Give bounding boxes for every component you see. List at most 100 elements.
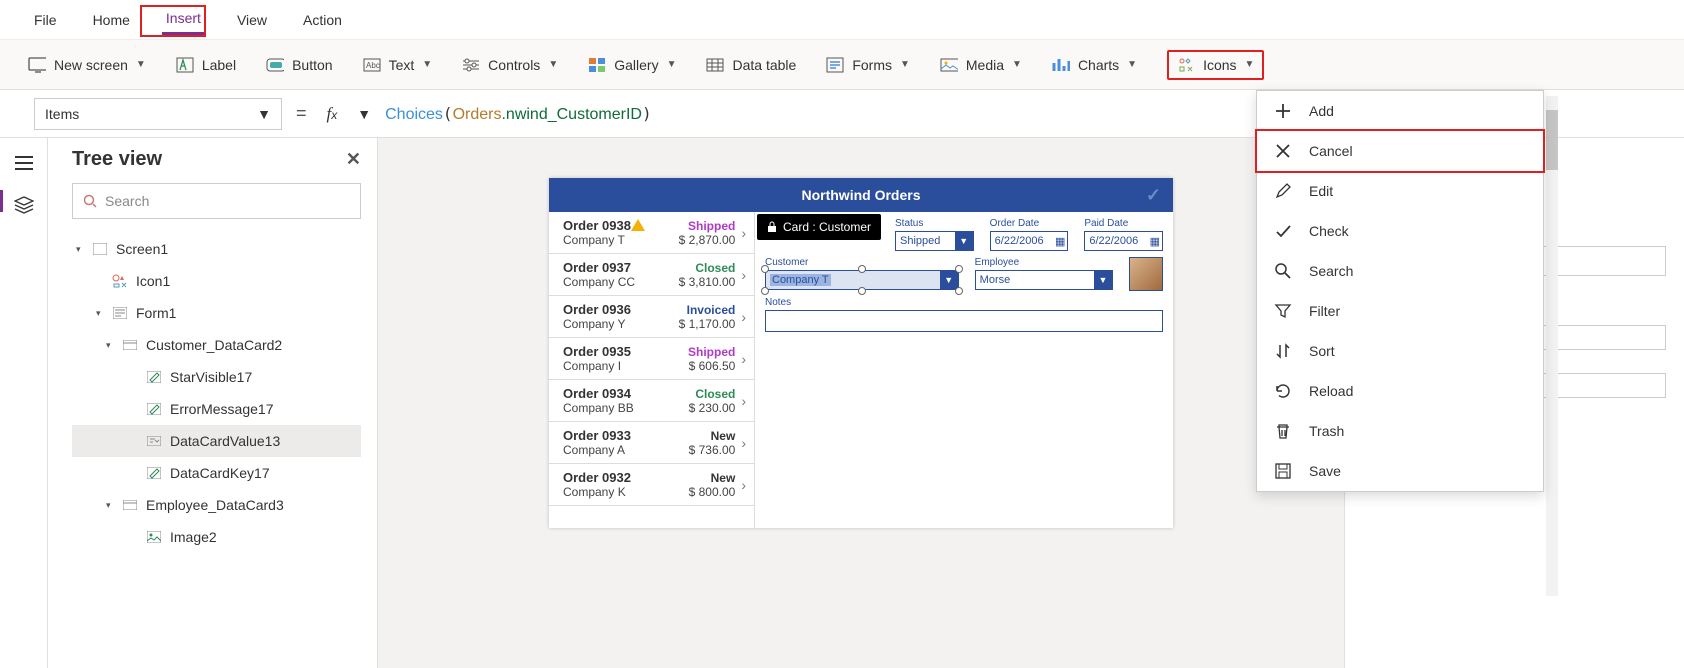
controls-icon	[462, 56, 480, 74]
sort-icon	[1273, 341, 1293, 361]
formula-function: Choices	[385, 106, 443, 123]
tree-node-customer_datacard2[interactable]: ▾Customer_DataCard2	[72, 329, 361, 361]
close-icon[interactable]: ✕	[346, 149, 361, 170]
ribbon-button[interactable]: Button	[266, 56, 332, 74]
chevron-down-icon: ▼	[548, 59, 558, 70]
calendar-icon: ▦	[1150, 235, 1160, 248]
ribbon-controls[interactable]: Controls▼	[462, 56, 558, 74]
ribbon-label[interactable]: Label	[176, 56, 236, 74]
order-row[interactable]: Order 0934Company BBClosed$ 230.00›	[549, 380, 754, 422]
check-icon[interactable]: ✓	[1146, 185, 1161, 206]
icons-menu-add[interactable]: Add	[1257, 91, 1543, 131]
ribbon-text[interactable]: AbcText▼	[363, 56, 433, 74]
chevron-right-icon: ›	[741, 477, 746, 493]
employee-label: Employee	[975, 257, 1113, 268]
icons-menu-search[interactable]: Search	[1257, 251, 1543, 291]
icons-menu-filter[interactable]: Filter	[1257, 291, 1543, 331]
search-icon	[1273, 261, 1293, 281]
paiddate-input[interactable]: 6/22/2006▦	[1084, 231, 1163, 251]
menu-view[interactable]: View	[233, 6, 271, 34]
chevron-down-icon: ▼	[257, 106, 271, 122]
caret-icon: ▾	[106, 340, 114, 351]
icons-menu-edit[interactable]: Edit	[1257, 171, 1543, 211]
order-row[interactable]: Order 0938Company TShipped$ 2,870.00›	[549, 212, 754, 254]
tree-search-input[interactable]: Search	[72, 183, 361, 219]
tree-node-image2[interactable]: Image2	[72, 521, 361, 553]
chevron-down-icon[interactable]: ▼	[357, 106, 371, 122]
ribbon-icons[interactable]: Icons▼	[1177, 56, 1254, 74]
chevron-down-icon: ▼	[1245, 59, 1255, 70]
rail-active-indicator	[0, 190, 3, 212]
employee-dropdown[interactable]: Morse▼	[975, 270, 1113, 290]
ribbon-charts[interactable]: Charts▼	[1052, 56, 1137, 74]
dropdown-scrollbar[interactable]	[1546, 96, 1558, 596]
app-preview: Northwind Orders ✓ Order 0938Company TSh…	[549, 178, 1173, 528]
orders-gallery[interactable]: Order 0938Company TShipped$ 2,870.00›Ord…	[549, 212, 755, 528]
tree-node-icon1[interactable]: Icon1	[72, 265, 361, 297]
icons-menu-check[interactable]: Check	[1257, 211, 1543, 251]
left-rail	[0, 138, 48, 668]
chevron-right-icon: ›	[741, 309, 746, 325]
order-row[interactable]: Order 0932Company KNew$ 800.00›	[549, 464, 754, 506]
ribbon-media[interactable]: Media▼	[940, 56, 1022, 74]
labeledit-icon	[146, 401, 162, 417]
scrollbar-thumb[interactable]	[1546, 110, 1558, 170]
menu-file[interactable]: File	[30, 6, 61, 34]
canvas: Northwind Orders ✓ Order 0938Company TSh…	[378, 138, 1344, 668]
tree-node-form1[interactable]: ▾Form1	[72, 297, 361, 329]
app-title: Northwind Orders	[801, 187, 920, 203]
layers-icon[interactable]	[14, 196, 34, 214]
filter-icon	[1273, 301, 1293, 321]
datatable-icon	[706, 56, 724, 74]
ribbon: New screen▼ Label Button AbcText▼ Controls▼ G…	[0, 40, 1684, 90]
menu-action[interactable]: Action	[299, 6, 346, 34]
icons-menu-reload[interactable]: Reload	[1257, 371, 1543, 411]
order-row[interactable]: Order 0933Company ANew$ 736.00›	[549, 422, 754, 464]
order-row[interactable]: Order 0935Company IShipped$ 606.50›	[549, 338, 754, 380]
chevron-down-icon: ▼	[1127, 59, 1137, 70]
fx-icon[interactable]: fx	[321, 104, 344, 124]
hamburger-icon[interactable]	[15, 156, 33, 170]
screen-icon	[92, 241, 108, 257]
card-icon	[122, 497, 138, 513]
icons-menu-trash[interactable]: Trash	[1257, 411, 1543, 451]
tree-node-datacardkey17[interactable]: DataCardKey17	[72, 457, 361, 489]
icons-menu-sort[interactable]: Sort	[1257, 331, 1543, 371]
forms-icon	[826, 56, 844, 74]
formula-input[interactable]: Choices(Orders.nwind_CustomerID)	[385, 104, 652, 124]
orderdate-input[interactable]: 6/22/2006▦	[990, 231, 1069, 251]
order-row[interactable]: Order 0937Company CCClosed$ 3,810.00›	[549, 254, 754, 296]
orderdate-label: Order Date	[990, 218, 1069, 229]
caret-icon: ▾	[106, 500, 114, 511]
icons-menu-cancel[interactable]: Cancel	[1255, 129, 1545, 173]
caret-icon: ▾	[96, 308, 104, 319]
tree-node-datacardvalue13[interactable]: DataCardValue13	[72, 425, 361, 457]
icons-dropdown: AddCancelEditCheckSearchFilterSortReload…	[1256, 90, 1544, 492]
ribbon-new-screen[interactable]: New screen▼	[28, 56, 146, 74]
chevron-down-icon: ▼	[900, 59, 910, 70]
trash-icon	[1273, 421, 1293, 441]
screen-icon	[28, 56, 46, 74]
paiddate-label: Paid Date	[1084, 218, 1163, 229]
menu-insert[interactable]: Insert	[162, 4, 205, 35]
property-selector[interactable]: Items ▼	[34, 98, 282, 130]
search-placeholder: Search	[105, 193, 149, 209]
chevron-down-icon: ▼	[136, 59, 146, 70]
tree-node-errormessage17[interactable]: ErrorMessage17	[72, 393, 361, 425]
notes-input[interactable]	[765, 310, 1163, 332]
save-icon	[1273, 461, 1293, 481]
tree-node-employee_datacard3[interactable]: ▾Employee_DataCard3	[72, 489, 361, 521]
order-row[interactable]: Order 0936Company YInvoiced$ 1,170.00›	[549, 296, 754, 338]
icons-menu-save[interactable]: Save	[1257, 451, 1543, 491]
ribbon-forms[interactable]: Forms▼	[826, 56, 910, 74]
chevron-down-icon: ▼	[1094, 271, 1112, 289]
warning-icon	[631, 219, 645, 231]
plus-icon	[1273, 101, 1293, 121]
status-dropdown[interactable]: Shipped▼	[895, 231, 974, 251]
tree-node-starvisible17[interactable]: StarVisible17	[72, 361, 361, 393]
ribbon-data-table[interactable]: Data table	[706, 56, 796, 74]
ribbon-gallery[interactable]: Gallery▼	[588, 56, 676, 74]
menu-home[interactable]: Home	[89, 6, 134, 34]
tree-node-screen1[interactable]: ▾Screen1	[72, 233, 361, 265]
svg-text:Abc: Abc	[366, 61, 380, 70]
